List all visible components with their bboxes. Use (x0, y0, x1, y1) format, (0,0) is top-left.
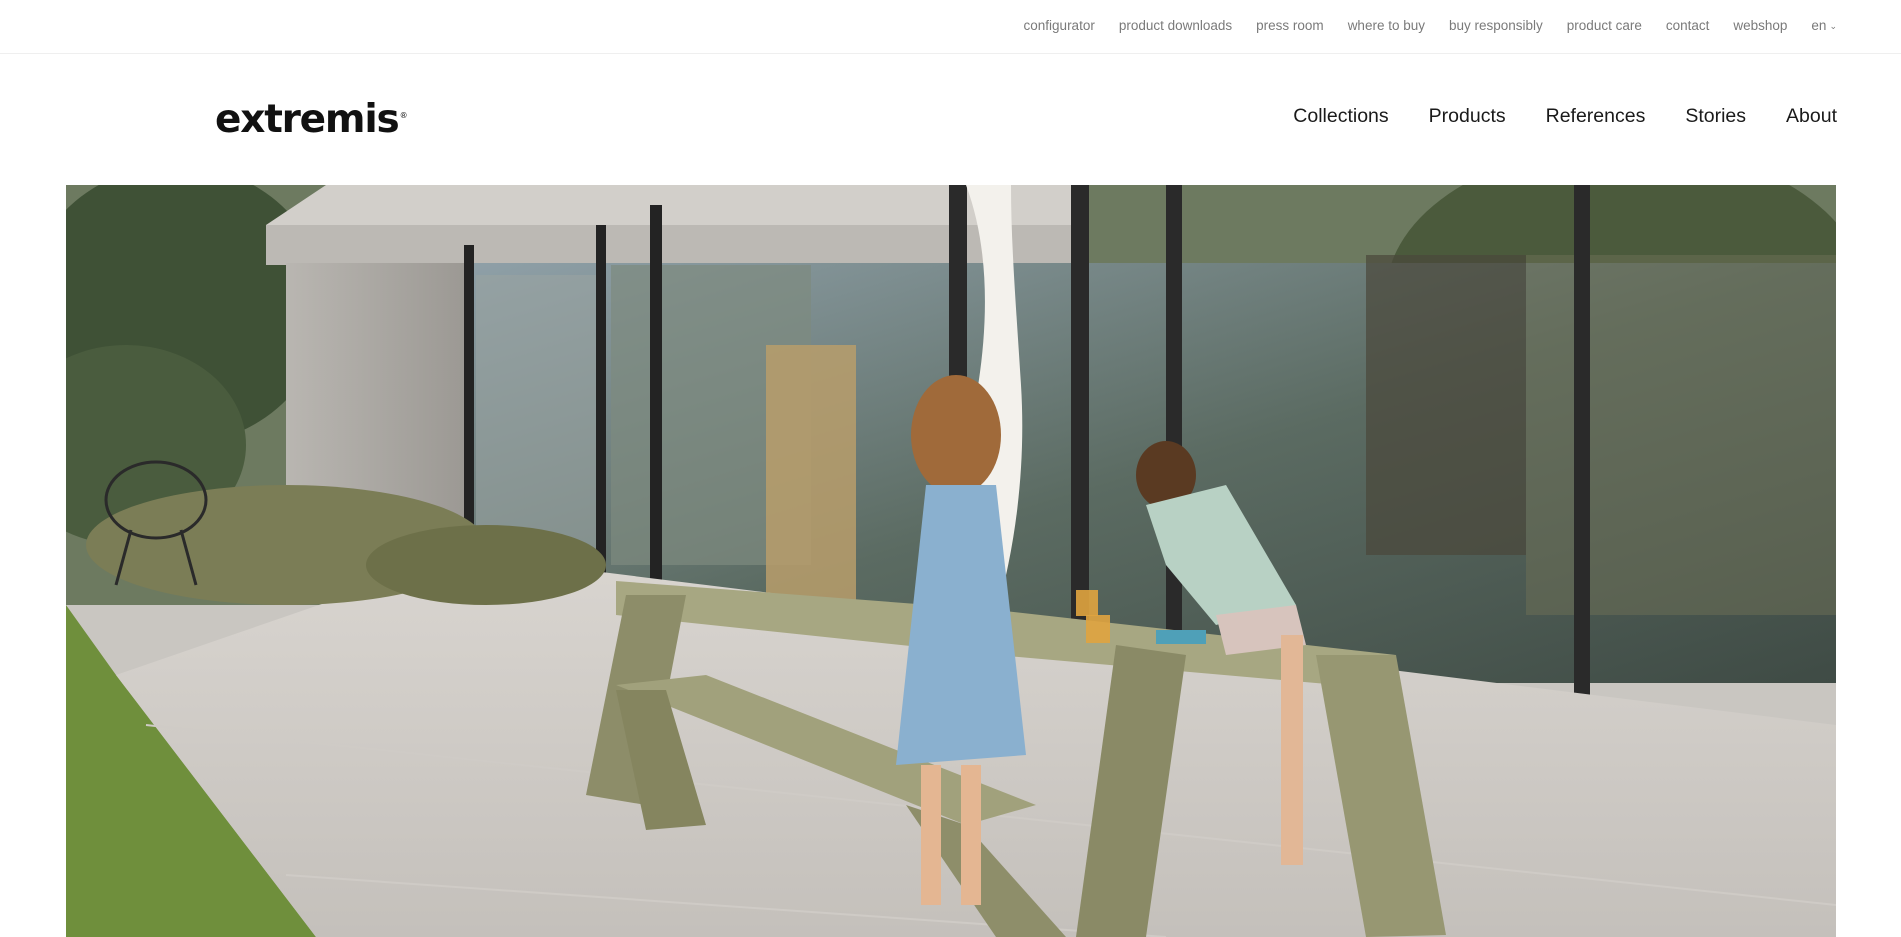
chevron-down-icon: ⌄ (1829, 21, 1837, 31)
hero-image (66, 185, 1836, 937)
language-label: en (1811, 18, 1827, 33)
language-selector[interactable]: en ⌄ (1811, 18, 1837, 33)
utility-link-contact[interactable]: contact (1666, 18, 1710, 33)
registered-mark: ® (399, 111, 408, 120)
utility-link-configurator[interactable]: configurator (1024, 18, 1095, 33)
utility-link-product-downloads[interactable]: product downloads (1119, 18, 1232, 33)
main-nav: Collections Products References Stories … (1293, 105, 1837, 128)
brand-logo-text: extremis (215, 97, 400, 142)
utility-link-product-care[interactable]: product care (1567, 18, 1642, 33)
utility-link-where-to-buy[interactable]: where to buy (1348, 18, 1425, 33)
utility-bar: configurator product downloads press roo… (0, 0, 1901, 54)
hero-photo (66, 185, 1836, 937)
utility-link-webshop[interactable]: webshop (1733, 18, 1787, 33)
utility-nav: configurator product downloads press roo… (1024, 18, 1837, 33)
utility-link-press-room[interactable]: press room (1256, 18, 1324, 33)
nav-stories[interactable]: Stories (1685, 105, 1746, 128)
nav-products[interactable]: Products (1429, 105, 1506, 128)
nav-references[interactable]: References (1546, 105, 1646, 128)
nav-collections[interactable]: Collections (1293, 105, 1388, 128)
utility-link-buy-responsibly[interactable]: buy responsibly (1449, 18, 1543, 33)
brand-logo[interactable]: extremis® (215, 97, 408, 142)
nav-about[interactable]: About (1786, 105, 1837, 128)
